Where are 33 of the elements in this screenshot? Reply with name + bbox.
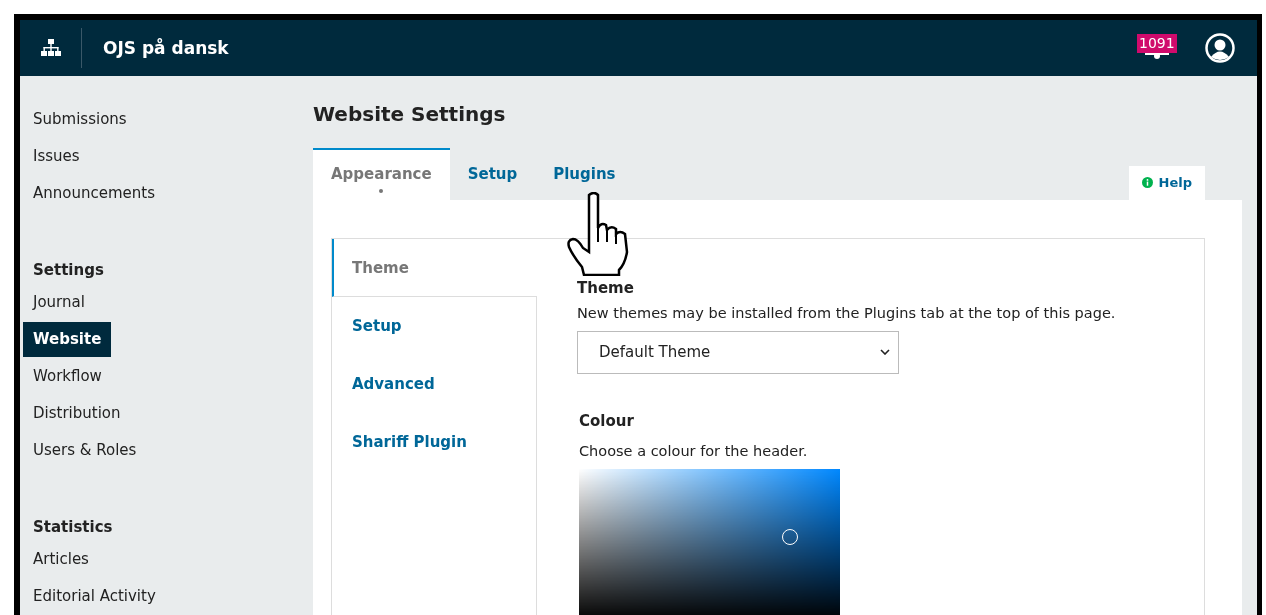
tab[interactable]: Setup	[449, 148, 536, 200]
sidebar-item[interactable]: Issues	[23, 138, 90, 175]
sidebar-item[interactable]: Users & Roles	[23, 432, 147, 469]
sidebar-item[interactable]: Distribution	[23, 395, 131, 432]
info-icon	[1141, 177, 1153, 188]
sidebar-item[interactable]: Journal	[23, 284, 95, 321]
sidebar-item[interactable]: Articles	[23, 541, 99, 578]
side-tab[interactable]: Shariff Plugin	[332, 413, 536, 471]
side-tab[interactable]: Setup	[332, 297, 536, 355]
notification-badge: 1091	[1137, 34, 1177, 53]
sidebar-item[interactable]: Website	[23, 322, 112, 357]
sidebar-item[interactable]: Workflow	[23, 358, 112, 395]
tab[interactable]: Plugins	[535, 148, 634, 200]
field-description: Choose a colour for the header.	[579, 442, 808, 459]
theme-select[interactable]: Default Theme	[577, 331, 899, 374]
side-tab[interactable]: Advanced	[332, 355, 536, 413]
sitemap-icon[interactable]	[41, 39, 61, 57]
page-title: Website Settings	[313, 102, 507, 126]
site-title[interactable]: OJS på dansk	[103, 38, 229, 58]
help-button[interactable]: Help	[1128, 166, 1205, 200]
sidebar-item[interactable]: Submissions	[23, 101, 137, 138]
user-avatar-icon[interactable]	[1205, 33, 1235, 63]
sidebar-item[interactable]: Announcements	[23, 175, 165, 212]
side-tab[interactable]: Theme	[332, 239, 537, 297]
field-description: New themes may be installed from the Plugins tab at the top of this page.	[577, 305, 1116, 321]
colour-picker[interactable]	[579, 468, 840, 615]
chevron-down-icon	[880, 349, 890, 356]
sidebar-heading: Settings	[32, 260, 105, 281]
field-label: Theme	[577, 279, 634, 297]
tab[interactable]: Appearance	[313, 148, 450, 200]
field-label: Colour	[579, 411, 634, 430]
sidebar-item[interactable]: Editorial Activity	[23, 578, 166, 615]
sidebar-heading: Statistics	[32, 517, 114, 538]
